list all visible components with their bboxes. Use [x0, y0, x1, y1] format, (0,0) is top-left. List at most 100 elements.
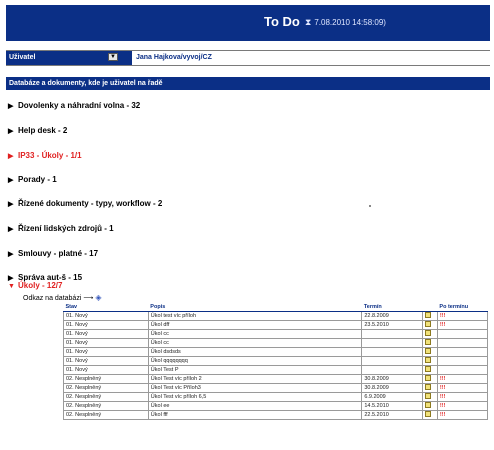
app-header: To Do ⧗ 7.08.2010 14:58:09)	[6, 5, 490, 41]
task-description[interactable]: Úkol cc	[147, 329, 363, 339]
task-status: 02. Nesplněný	[63, 401, 149, 411]
task-due-date: 14.5.2010	[361, 401, 423, 411]
document-icon[interactable]	[424, 384, 431, 390]
db-item[interactable]: ▶ Porady - 1	[8, 175, 57, 184]
database-link-text[interactable]: Odkaz na databázi	[23, 295, 81, 302]
expand-icon[interactable]: ▶	[8, 225, 18, 233]
overdue-flag: !!!	[436, 320, 489, 330]
doc-cell	[421, 365, 438, 375]
col-termin: Termín	[361, 302, 423, 312]
document-icon[interactable]	[424, 321, 431, 327]
task-description[interactable]: Úkol qqqqqqqq	[147, 356, 363, 366]
overdue-flag: !!!	[436, 383, 489, 393]
database-link[interactable]: Odkaz na databázi ⟶ ◈	[23, 293, 101, 302]
table-row[interactable]: 02. Nesplněný Úkol Test víc příloh 6,5 6.9…	[63, 392, 489, 402]
db-item[interactable]: ▶ Řízení lidských zdrojů - 1	[8, 224, 114, 233]
expand-icon[interactable]: ▶	[8, 176, 18, 184]
task-description[interactable]: Úkol Test P	[147, 365, 363, 375]
table-row[interactable]: 02. Nesplněný Úkol Test víc příloh 2 30.8.…	[63, 374, 489, 384]
db-item-label: Help desk - 2	[18, 126, 68, 135]
document-icon[interactable]	[424, 330, 431, 336]
table-row[interactable]: 01. Nový Úkol cc	[63, 329, 489, 339]
task-due-date: 6.9.2009	[361, 392, 423, 402]
db-item-label: Porady - 1	[18, 175, 57, 184]
table-row[interactable]: 01. Nový Úkol cc	[63, 338, 489, 348]
task-description[interactable]: Úkol Test víc Příloh3	[147, 383, 363, 393]
user-dropdown-button[interactable]: ▼	[108, 53, 118, 61]
task-description[interactable]: Úkol Test víc příloh 6,5	[147, 392, 363, 402]
task-description[interactable]: Úkol cc	[147, 338, 363, 348]
task-due-date	[361, 356, 423, 366]
task-description[interactable]: Úkol dff	[147, 320, 363, 330]
document-icon[interactable]	[424, 348, 431, 354]
db-item[interactable]: ▶ Dovolenky a náhradní volna - 32	[8, 101, 140, 110]
doc-cell	[421, 320, 438, 330]
table-row[interactable]: 01. Nový Úkol Test P	[63, 365, 489, 375]
table-row[interactable]: 01. Nový Úkol qqqqqqqq	[63, 356, 489, 366]
db-item-expanded[interactable]: ▼ Úkoly - 12/7	[8, 281, 62, 290]
table-row[interactable]: 01. Nový Úkol dsdsds	[63, 347, 489, 357]
overdue-flag: !!!	[436, 374, 489, 384]
db-item[interactable]: ▶ IP33 - Úkoly - 1/1	[8, 151, 82, 160]
task-description[interactable]: Úkol fff	[147, 410, 363, 420]
document-icon[interactable]	[424, 402, 431, 408]
doc-cell	[421, 311, 438, 321]
task-due-date: 23.5.2010	[361, 320, 423, 330]
timestamp-text: 7.08.2010 14:58:09)	[314, 18, 386, 27]
database-icon[interactable]: ◈	[95, 293, 101, 302]
document-icon[interactable]	[424, 375, 431, 381]
task-status: 02. Nesplněný	[63, 410, 149, 420]
table-row[interactable]: 01. Nový Úkol test víc příloh 22.8.2009!!!	[63, 311, 489, 321]
table-row[interactable]: 02. Nesplněný Úkol fff 22.5.2010!!!	[63, 410, 489, 420]
db-item-label: Úkoly - 12/7	[18, 281, 63, 290]
expand-icon[interactable]: ▶	[8, 127, 18, 135]
task-status: 01. Nový	[63, 311, 149, 321]
task-description[interactable]: Úkol test víc příloh	[147, 311, 363, 321]
task-status: 02. Nesplněný	[63, 374, 149, 384]
overdue-flag: !!!	[436, 311, 489, 321]
doc-cell	[421, 383, 438, 393]
task-description[interactable]: Úkol ee	[147, 401, 363, 411]
document-icon[interactable]	[424, 366, 431, 372]
overdue-flag: !!!	[436, 410, 489, 420]
db-item[interactable]: ▶ Help desk - 2	[8, 126, 67, 135]
task-status: 01. Nový	[63, 329, 149, 339]
collapse-icon[interactable]: ▼	[8, 283, 18, 290]
expand-icon[interactable]: ▶	[8, 200, 18, 208]
doc-cell	[421, 374, 438, 384]
table-row[interactable]: 02. Nesplněný Úkol Test víc Příloh3 30.8.2…	[63, 383, 489, 393]
user-name: Jana Hajkova/vyvoj/CZ	[136, 54, 212, 61]
doc-cell	[421, 338, 438, 348]
table-row[interactable]: 01. Nový Úkol dff 23.5.2010!!!	[63, 320, 489, 330]
task-status: 02. Nesplněný	[63, 383, 149, 393]
overdue-flag	[436, 329, 489, 339]
col-po-terminu: Po termínu	[437, 302, 488, 312]
tasks-table: Stav Popis Termín Po termínu 01. Nový Úko…	[63, 302, 489, 420]
user-label: Uživatel ▼	[6, 51, 132, 65]
doc-cell	[421, 401, 438, 411]
col-stav: Stav	[63, 302, 149, 312]
expand-icon[interactable]: ▶	[8, 250, 18, 258]
doc-cell	[421, 329, 438, 339]
page-title: To Do	[264, 14, 300, 29]
document-icon[interactable]	[424, 411, 431, 417]
task-status: 01. Nový	[63, 338, 149, 348]
db-item[interactable]: ▶ Smlouvy - platné - 17	[8, 249, 98, 258]
task-due-date	[361, 329, 423, 339]
document-icon[interactable]	[424, 393, 431, 399]
document-icon[interactable]	[424, 357, 431, 363]
expand-icon[interactable]: ▶	[8, 102, 18, 110]
db-item[interactable]: ▶ Řízené dokumenty - typy, workflow - 2	[8, 199, 162, 208]
clock-icon: ⧗	[305, 17, 312, 27]
task-description[interactable]: Úkol Test víc příloh 2	[147, 374, 363, 384]
task-due-date: 22.5.2010	[361, 410, 423, 420]
doc-cell	[421, 347, 438, 357]
db-item-label: Řízené dokumenty - typy, workflow - 2	[18, 199, 163, 208]
table-row[interactable]: 02. Nesplněný Úkol ee 14.5.2010!!!	[63, 401, 489, 411]
document-icon[interactable]	[424, 312, 431, 318]
task-description[interactable]: Úkol dsdsds	[147, 347, 363, 357]
doc-cell	[421, 410, 438, 420]
expand-icon[interactable]: ▶	[8, 152, 18, 160]
user-bar: Uživatel ▼ Jana Hajkova/vyvoj/CZ	[6, 50, 490, 66]
document-icon[interactable]	[424, 339, 431, 345]
